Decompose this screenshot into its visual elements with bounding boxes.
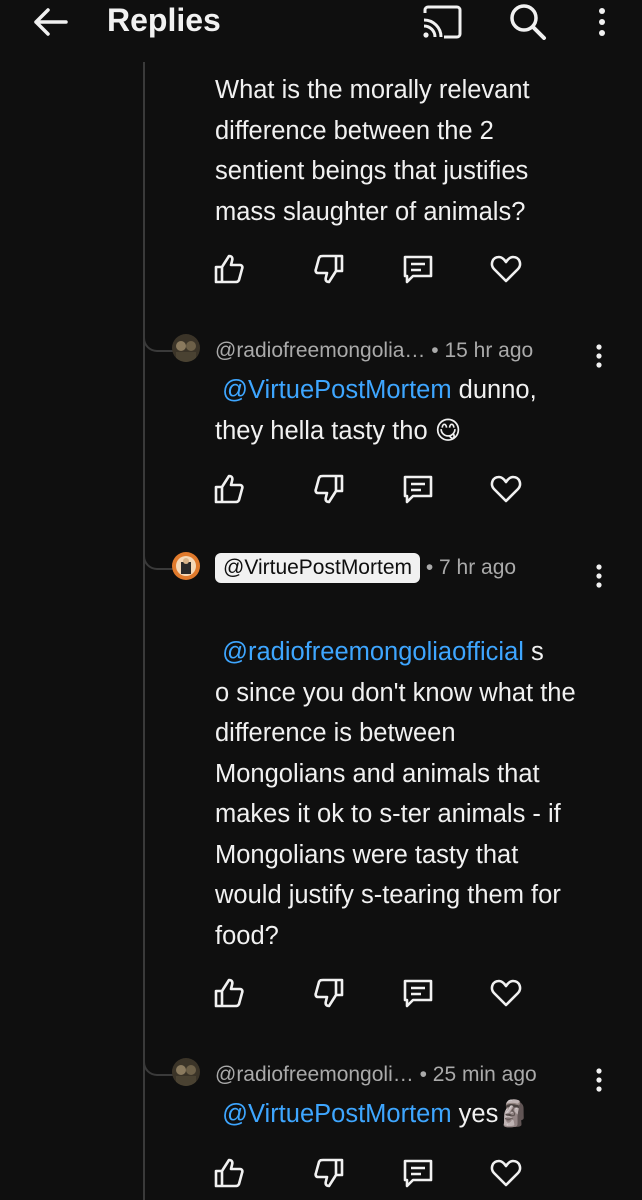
comment-time: • 15 hr ago [431,339,534,362]
search-icon[interactable] [508,2,548,40]
thread-branch [143,550,173,570]
comment-text: @VirtuePostMortem dunno, they hella tast… [215,370,587,451]
comment-time: • 25 min ago [419,1063,537,1086]
reply-icon[interactable] [401,1156,435,1190]
comment-menu-icon[interactable] [592,562,606,590]
like-icon[interactable] [212,252,246,286]
comment-meta: @radiofreemongoli… • 25 min ago [215,1063,537,1087]
comment-text: @VirtuePostMortem yes🗿 [215,1094,587,1135]
comment-menu-icon[interactable] [592,342,606,370]
thread-line [143,62,145,1200]
cast-icon[interactable] [420,4,464,40]
comment-menu-icon[interactable] [592,1066,606,1094]
more-vert-icon[interactable] [592,4,612,40]
emoji: 🗿 [498,1100,531,1128]
like-icon[interactable] [212,976,246,1010]
comment-actions [212,976,532,1012]
dislike-icon[interactable] [312,252,346,286]
comment-meta: @radiofreemongolia… • 15 hr ago [215,339,533,363]
heart-icon[interactable] [489,252,523,286]
comment-text-part: they hella tasty tho [215,416,428,445]
comment-text-part: o since you don't know what the differen… [215,678,576,950]
avatar[interactable] [172,1058,200,1086]
comment-text-part: s [523,638,544,666]
heart-icon[interactable] [489,1156,523,1190]
like-icon[interactable] [212,1156,246,1190]
reply-icon[interactable] [401,472,435,506]
comment-text: @radiofreemongoliaofficial s o since you … [215,632,587,956]
thread-branch [143,1056,173,1076]
avatar[interactable] [172,334,200,362]
comment-time: • 7 hr ago [425,556,517,579]
highlighted-author-chip[interactable]: @VirtuePostMortem [215,553,420,583]
comment-author[interactable]: @radiofreemongolia… [215,339,425,362]
thread-branch [143,332,173,352]
like-icon[interactable] [212,472,246,506]
mention-link[interactable]: @VirtuePostMortem [222,1100,452,1128]
comment-actions [212,472,532,508]
mention-link[interactable]: @radiofreemongoliaofficial [222,638,524,666]
comment-author[interactable]: @radiofreemongoli… [215,1063,414,1086]
page-title: Replies [107,2,221,38]
comment-actions [212,252,532,288]
dislike-icon[interactable] [312,472,346,506]
comment-text-part: dunno, [451,376,537,404]
dislike-icon[interactable] [312,976,346,1010]
reply-icon[interactable] [401,252,435,286]
dislike-icon[interactable] [312,1156,346,1190]
comment-text: What is the morally relevant difference … [215,76,530,226]
mention-link[interactable]: @VirtuePostMortem [222,376,452,404]
comment-text-part: yes [451,1100,499,1128]
comment-meta: @VirtuePostMortem • 7 hr ago [215,553,516,583]
comment-actions [212,1156,532,1192]
heart-icon[interactable] [489,472,523,506]
emoji: 😋 [434,416,462,445]
reply-icon[interactable] [401,976,435,1010]
app-bar: Replies [0,0,642,46]
avatar[interactable] [172,552,200,580]
heart-icon[interactable] [489,976,523,1010]
back-arrow-icon[interactable] [30,6,70,38]
